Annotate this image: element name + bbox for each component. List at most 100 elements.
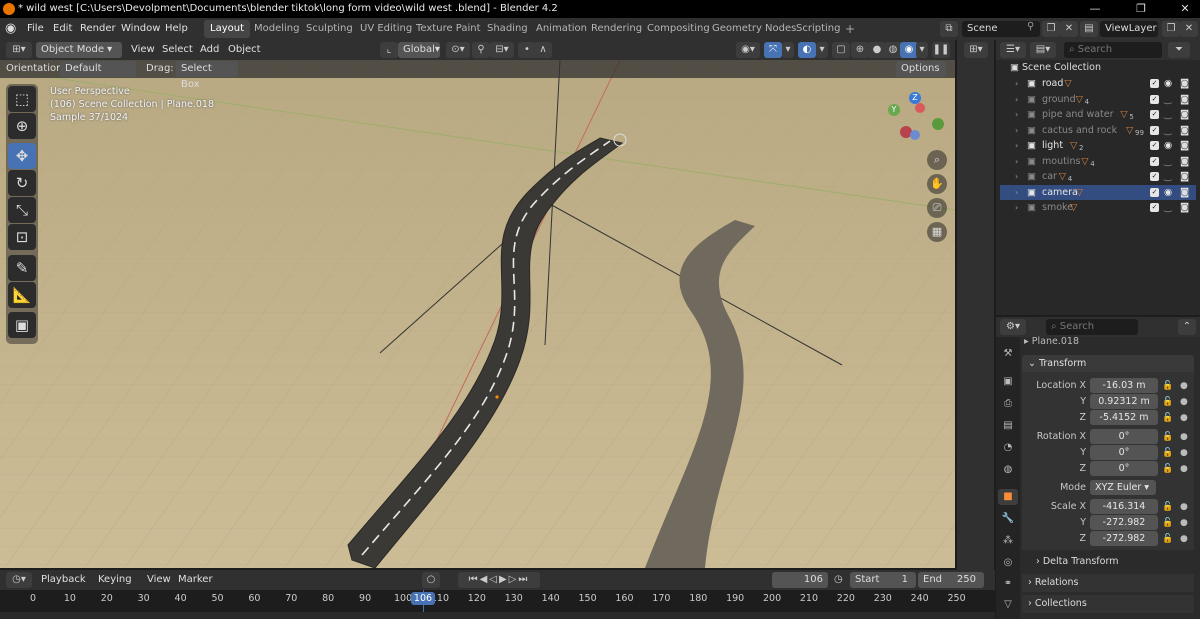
- keyframe-dot-icon[interactable]: ●: [1180, 410, 1188, 426]
- object-icon[interactable]: ■: [998, 489, 1018, 505]
- output-icon[interactable]: ⎙: [998, 396, 1018, 412]
- visibility-eye-icon[interactable]: ◉: [1164, 185, 1172, 201]
- lock-icon[interactable]: 🔓: [1162, 515, 1173, 531]
- measure-tool-icon[interactable]: 📐: [8, 282, 36, 308]
- properties-editor-type-icon[interactable]: ⚙▾: [1000, 319, 1026, 335]
- expand-arrow-icon[interactable]: ›: [1015, 107, 1018, 123]
- viewport-toggle-icon[interactable]: ⊞▾: [964, 42, 988, 58]
- expand-arrow-icon[interactable]: ›: [1015, 154, 1018, 170]
- cursor-tool-icon[interactable]: ⊕: [8, 113, 36, 139]
- pause-render-icon[interactable]: ❚❚: [932, 42, 950, 58]
- tab-animation[interactable]: Animation: [530, 20, 593, 38]
- expand-arrow-icon[interactable]: ›: [1015, 92, 1018, 108]
- outliner-row-road[interactable]: › ▣ road ▽ ✓ ◉ ◙: [1000, 76, 1196, 92]
- world-icon[interactable]: ◍: [998, 462, 1018, 478]
- menu-window[interactable]: Window: [121, 18, 160, 40]
- maximize-button[interactable]: ❐: [1126, 0, 1156, 18]
- timeline-scrollbar[interactable]: [0, 612, 995, 619]
- lock-icon[interactable]: 🔓: [1162, 394, 1173, 410]
- exclude-checkbox[interactable]: ✓: [1150, 172, 1159, 181]
- menu-help[interactable]: Help: [165, 18, 188, 40]
- outliner-search-input[interactable]: ⌕ Search: [1064, 42, 1162, 58]
- visibility-eye-icon[interactable]: ‿: [1164, 154, 1172, 170]
- tool-icon[interactable]: ⚒: [998, 346, 1018, 362]
- scale-y-field[interactable]: -272.982: [1090, 515, 1158, 530]
- tab-sculpting[interactable]: Sculpting: [300, 20, 359, 38]
- current-frame-field[interactable]: 106: [772, 572, 828, 588]
- rotation-y-field[interactable]: 0°: [1090, 445, 1158, 460]
- view-layer-field[interactable]: ViewLayer: [1100, 21, 1158, 37]
- transform-orientation-dropdown[interactable]: Global▾: [398, 42, 440, 58]
- lock-icon[interactable]: 🔓: [1162, 499, 1173, 515]
- expand-arrow-icon[interactable]: ›: [1015, 76, 1018, 92]
- timeline-menu-keying[interactable]: Keying: [98, 570, 132, 590]
- location-z-field[interactable]: -5.4152 m: [1090, 410, 1158, 425]
- close-button[interactable]: ✕: [1170, 0, 1200, 18]
- overlay-toggle-icon[interactable]: ◐: [798, 42, 816, 58]
- tab-texture-paint[interactable]: Texture Paint: [410, 20, 487, 38]
- visibility-eye-icon[interactable]: ‿: [1164, 169, 1172, 185]
- keyframe-dot-icon[interactable]: ●: [1180, 429, 1188, 445]
- gizmo-x-axis-dot[interactable]: [915, 103, 925, 113]
- zoom-icon[interactable]: ⌕: [927, 150, 947, 170]
- add-cube-tool-icon[interactable]: ▣: [8, 312, 36, 338]
- exclude-checkbox[interactable]: ✓: [1150, 187, 1159, 197]
- move-tool-icon[interactable]: ✥: [8, 143, 36, 169]
- lock-icon[interactable]: 🔓: [1162, 531, 1173, 547]
- minimize-button[interactable]: —: [1080, 0, 1110, 18]
- visibility-eye-icon[interactable]: ‿: [1164, 107, 1172, 123]
- keyframe-dot-icon[interactable]: ●: [1180, 515, 1188, 531]
- properties-pin-icon[interactable]: ⌃: [1178, 319, 1196, 335]
- tab-scripting[interactable]: Scripting: [790, 20, 846, 38]
- render-camera-icon[interactable]: ◙: [1180, 107, 1189, 123]
- properties-search-input[interactable]: ⌕ Search: [1046, 319, 1138, 335]
- exclude-checkbox[interactable]: ✓: [1150, 79, 1159, 88]
- render-camera-icon[interactable]: ◙: [1180, 200, 1189, 216]
- xray-icon[interactable]: ▢: [832, 42, 850, 58]
- end-frame-field[interactable]: End 250: [918, 572, 984, 588]
- playhead-frame-badge[interactable]: 106: [411, 592, 435, 605]
- expand-arrow-icon[interactable]: ›: [1015, 200, 1018, 216]
- shading-dropdown-icon[interactable]: ▾: [916, 42, 928, 58]
- lock-icon[interactable]: 🔓: [1162, 429, 1173, 445]
- outliner-row-car[interactable]: › ▣ car ▽ 4 ✓ ‿ ◙: [1000, 169, 1196, 185]
- new-scene-icon[interactable]: ❐: [1042, 21, 1060, 37]
- timeline-menu-view[interactable]: View: [147, 570, 171, 590]
- render-camera-icon[interactable]: ◙: [1180, 169, 1189, 185]
- delete-view-layer-icon[interactable]: ✕: [1180, 21, 1198, 37]
- tab-geometry-nodes[interactable]: Geometry Nodes: [706, 20, 802, 38]
- viewport-menu-select[interactable]: Select: [162, 40, 193, 60]
- rotation-mode-dropdown[interactable]: XYZ Euler ▾: [1090, 480, 1156, 495]
- exclude-checkbox[interactable]: ✓: [1150, 141, 1159, 150]
- visibility-icon[interactable]: ◉▾: [736, 42, 760, 58]
- render-camera-icon[interactable]: ◙: [1180, 154, 1189, 170]
- options-dropdown[interactable]: Options: [896, 61, 946, 77]
- visibility-eye-icon[interactable]: ◉: [1164, 138, 1172, 154]
- outliner-row-camera[interactable]: › ▣ camera ▽ ✓ ◉ ◙: [1000, 184, 1196, 201]
- outliner-row-ground[interactable]: › ▣ ground ▽ 4 ✓ ‿ ◙: [1000, 92, 1196, 108]
- visibility-eye-icon[interactable]: ‿: [1164, 200, 1172, 216]
- timeline-editor-type-icon[interactable]: ◷▾: [6, 572, 32, 588]
- exclude-checkbox[interactable]: ✓: [1150, 110, 1159, 119]
- lock-icon[interactable]: 🔓: [1162, 461, 1173, 477]
- navigation-gizmo[interactable]: Z Y: [888, 90, 948, 150]
- viewport-menu-add[interactable]: Add: [200, 40, 219, 60]
- render-camera-icon[interactable]: ◙: [1180, 76, 1189, 92]
- view-layer-icon[interactable]: ▤: [1080, 21, 1098, 37]
- visibility-eye-icon[interactable]: ◉: [1164, 76, 1172, 92]
- viewport-menu-object[interactable]: Object: [228, 40, 261, 60]
- object-mode-dropdown[interactable]: Object Mode ▾: [36, 42, 122, 58]
- exclude-checkbox[interactable]: ✓: [1150, 94, 1159, 104]
- outliner-row-moutins[interactable]: › ▣ moutins ▽ 4 ✓ ‿ ◙: [1000, 154, 1196, 170]
- constraints-icon[interactable]: ⚭: [998, 576, 1018, 592]
- perspective-toggle-icon[interactable]: ▦: [927, 222, 947, 242]
- auto-keying-icon[interactable]: ○: [422, 572, 440, 588]
- playback-controls[interactable]: ⏮◀◁▶▷⏭: [458, 572, 540, 588]
- render-camera-icon[interactable]: ◙: [1180, 123, 1189, 139]
- keyframe-dot-icon[interactable]: ●: [1180, 394, 1188, 410]
- scale-tool-icon[interactable]: ⤡: [8, 197, 36, 223]
- visibility-eye-icon[interactable]: ‿: [1164, 123, 1172, 139]
- render-icon[interactable]: ▣: [998, 374, 1018, 390]
- rotation-z-field[interactable]: 0°: [1090, 461, 1158, 476]
- gizmo-neg-y-dot[interactable]: [932, 118, 944, 130]
